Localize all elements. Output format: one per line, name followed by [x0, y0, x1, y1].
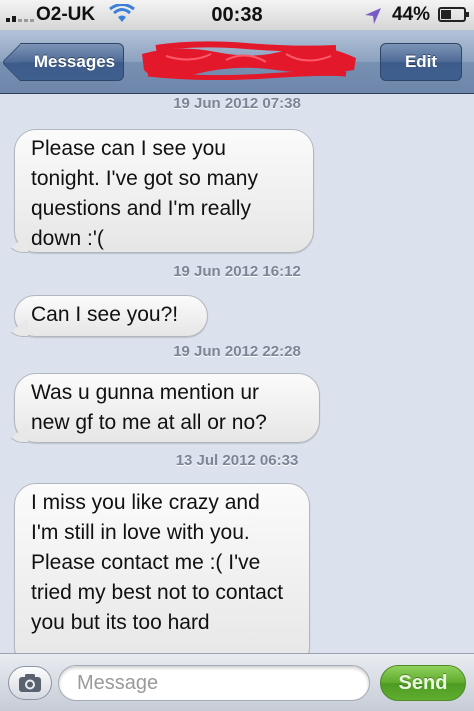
- location-arrow-icon: [365, 8, 381, 24]
- message-timestamp: 13 Jul 2012 06:33: [175, 452, 299, 469]
- received-message-bubble[interactable]: Can I see you?!: [14, 295, 208, 337]
- received-message-bubble[interactable]: Please can I see you tonight. I've got s…: [14, 129, 314, 253]
- status-bar: O2-UK 00:38 44%: [0, 0, 474, 30]
- battery-level-fill: [441, 10, 451, 19]
- navigation-bar: Messages Edit: [0, 30, 474, 94]
- camera-icon: [19, 674, 41, 692]
- message-timestamp: 19 Jun 2012 16:12: [173, 263, 301, 280]
- message-input[interactable]: [58, 665, 370, 701]
- conversation-thread[interactable]: 19 Jun 2012 07:38 Please can I see you t…: [0, 95, 474, 653]
- messages-back-button[interactable]: Messages: [20, 43, 124, 81]
- battery-percentage: 44%: [392, 4, 431, 25]
- message-composer: Send: [0, 653, 474, 711]
- redacted-contact-name: [142, 41, 356, 80]
- battery-icon: [438, 7, 469, 22]
- message-timestamp: 19 Jun 2012 22:28: [173, 343, 301, 360]
- received-message-bubble[interactable]: Was u gunna mention ur new gf to me at a…: [14, 373, 320, 443]
- send-button[interactable]: Send: [380, 665, 466, 701]
- received-message-bubble[interactable]: I miss you like crazy and I'm still in l…: [14, 483, 310, 653]
- edit-button[interactable]: Edit: [380, 43, 462, 81]
- message-timestamp: 19 Jun 2012 07:38: [173, 95, 301, 112]
- camera-button[interactable]: [8, 666, 52, 700]
